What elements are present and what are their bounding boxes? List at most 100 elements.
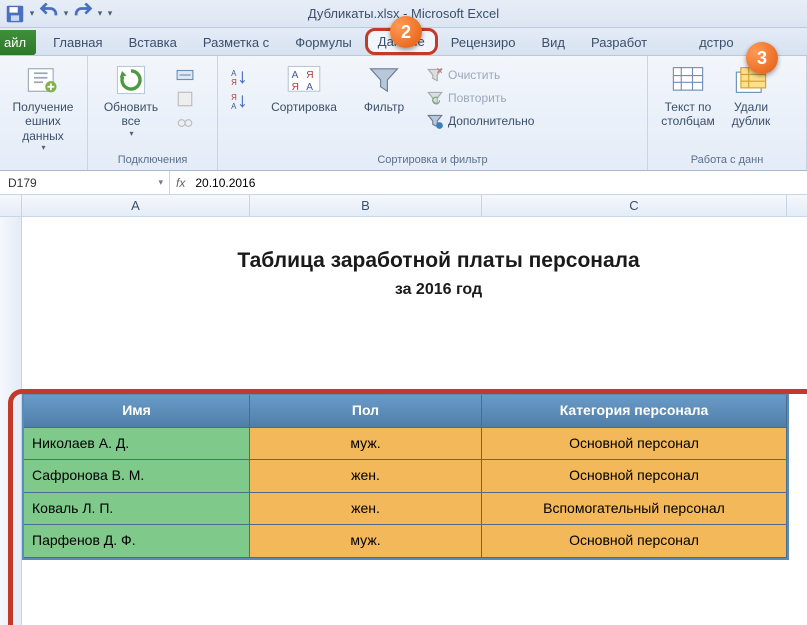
tab-formulas[interactable]: Формулы — [282, 29, 365, 55]
sort-asc-button[interactable]: AЯ — [226, 66, 252, 88]
svg-text:A: A — [306, 82, 313, 93]
text-to-columns-label: Текст по столбцам — [661, 100, 714, 129]
cell-name[interactable]: Парфенов Д. Ф. — [24, 525, 250, 558]
table-row[interactable]: Николаев А. Д. муж. Основной персонал — [24, 428, 787, 461]
table-row[interactable]: Сафронова В. М. жен. Основной персонал — [24, 460, 787, 493]
svg-text:A: A — [231, 69, 237, 78]
quick-access-toolbar: ▾ ▾ ▾ ▾ — [4, 4, 114, 24]
advanced-button[interactable]: Дополнительно — [422, 110, 538, 132]
filter-label: Фильтр — [364, 100, 404, 114]
filter-icon — [366, 62, 402, 98]
cell-gender[interactable]: жен. — [250, 460, 482, 493]
fx-area: fx — [170, 171, 360, 194]
tab-addins[interactable]: дстро — [686, 29, 747, 55]
advanced-label: Дополнительно — [448, 114, 534, 128]
sheet-subtitle: за 2016 год — [90, 281, 787, 299]
clear-label: Очистить — [448, 68, 500, 82]
spreadsheet[interactable]: A B C Таблица заработной платы персонала… — [0, 195, 807, 625]
undo-dropdown-icon[interactable]: ▾ — [62, 6, 70, 22]
cell-category[interactable]: Основной персонал — [482, 428, 787, 461]
properties-icon — [176, 90, 194, 108]
group-sort-filter: AЯ ЯA AЯЯA Сортировка Фильтр — [218, 56, 648, 170]
cell-gender[interactable]: муж. — [250, 525, 482, 558]
sort-icon: AЯЯA — [286, 62, 322, 98]
cell-category[interactable]: Основной персонал — [482, 460, 787, 493]
svg-text:Я: Я — [231, 78, 237, 86]
svg-text:A: A — [231, 102, 237, 110]
connections-icon — [176, 66, 194, 84]
text-to-columns-button[interactable]: Текст по столбцам — [656, 60, 720, 131]
chevron-down-icon: ▾ — [129, 129, 133, 139]
annotation-badge-2: 2 — [390, 16, 422, 48]
text-to-columns-icon — [670, 62, 706, 98]
cell-category[interactable]: Основной персонал — [482, 525, 787, 558]
get-data-icon — [25, 62, 61, 98]
cell-category[interactable]: Вспомогательный персонал — [482, 493, 787, 526]
qat-customize-icon[interactable]: ▾ — [106, 6, 114, 22]
sort-asc-icon: AЯ — [230, 68, 248, 86]
header-gender[interactable]: Пол — [250, 395, 482, 428]
col-header-a[interactable]: A — [22, 195, 250, 216]
qat-dropdown-icon[interactable]: ▾ — [28, 6, 36, 22]
filter-button[interactable]: Фильтр — [352, 60, 416, 116]
reapply-label: Повторить — [448, 91, 507, 105]
header-name[interactable]: Имя — [24, 395, 250, 428]
table-row[interactable]: Коваль Л. П. жен. Вспомогательный персон… — [24, 493, 787, 526]
col-header-b[interactable]: B — [250, 195, 482, 216]
cell-name[interactable]: Сафронова В. М. — [24, 460, 250, 493]
properties-button — [172, 88, 198, 110]
refresh-label: Обновить все — [104, 100, 158, 129]
group-sort-filter-label: Сортировка и фильтр — [226, 152, 639, 168]
tab-page-layout[interactable]: Разметка с — [190, 29, 282, 55]
edit-links-button — [172, 112, 198, 134]
redo-dropdown-icon[interactable]: ▾ — [96, 6, 104, 22]
select-all-corner[interactable] — [0, 195, 22, 216]
annotation-badge-3: 3 — [746, 42, 778, 74]
chevron-down-icon: ▾ — [41, 143, 45, 153]
remove-duplicates-label: Удали дублик — [732, 100, 770, 129]
svg-text:A: A — [292, 70, 299, 81]
tab-file[interactable]: айл — [0, 30, 36, 55]
data-table[interactable]: Имя Пол Категория персонала Николаев А. … — [22, 393, 789, 560]
redo-button[interactable] — [72, 4, 94, 24]
group-get-data-label — [8, 164, 79, 168]
cell-name[interactable]: Коваль Л. П. — [24, 493, 250, 526]
tab-home[interactable]: Главная — [40, 29, 115, 55]
tab-developer[interactable]: Разработ — [578, 29, 660, 55]
reapply-icon — [426, 89, 444, 107]
formula-bar: D179 fx — [0, 171, 807, 195]
fx-icon[interactable]: fx — [176, 176, 185, 190]
refresh-all-button[interactable]: Обновить все ▾ — [96, 60, 166, 140]
undo-button[interactable] — [38, 4, 60, 24]
table-row[interactable]: Парфенов Д. Ф. муж. Основной персонал — [24, 525, 787, 558]
svg-text:Я: Я — [292, 82, 299, 93]
save-button[interactable] — [4, 4, 26, 24]
cell-gender[interactable]: муж. — [250, 428, 482, 461]
get-data-label: Получение ешних данных — [10, 100, 76, 143]
name-box-value: D179 — [8, 176, 37, 190]
sheet-title: Таблица заработной платы персонала — [90, 249, 787, 273]
tab-insert[interactable]: Вставка — [116, 29, 190, 55]
reapply-button: Повторить — [422, 87, 538, 109]
group-connections-label: Подключения — [96, 152, 209, 168]
name-box[interactable]: D179 — [0, 171, 170, 194]
sort-button[interactable]: AЯЯA Сортировка — [262, 60, 346, 116]
clear-icon — [426, 66, 444, 84]
get-external-data-button[interactable]: Получение ешних данных ▾ — [8, 60, 78, 155]
connections-button[interactable] — [172, 64, 198, 86]
group-data-tools: Текст по столбцам Удали дублик Работа с … — [648, 56, 807, 170]
advanced-icon — [426, 112, 444, 130]
tab-view[interactable]: Вид — [528, 29, 578, 55]
tab-review[interactable]: Рецензиро — [438, 29, 529, 55]
header-category[interactable]: Категория персонала — [482, 395, 787, 428]
group-connections: Обновить все ▾ Подключения — [88, 56, 218, 170]
clear-button: Очистить — [422, 64, 538, 86]
cell-name[interactable]: Николаев А. Д. — [24, 428, 250, 461]
formula-input[interactable] — [191, 176, 354, 190]
cell-gender[interactable]: жен. — [250, 493, 482, 526]
col-header-c[interactable]: C — [482, 195, 787, 216]
refresh-icon — [113, 62, 149, 98]
column-headers: A B C — [0, 195, 807, 217]
svg-text:Я: Я — [306, 70, 313, 81]
sort-desc-button[interactable]: ЯA — [226, 90, 252, 112]
